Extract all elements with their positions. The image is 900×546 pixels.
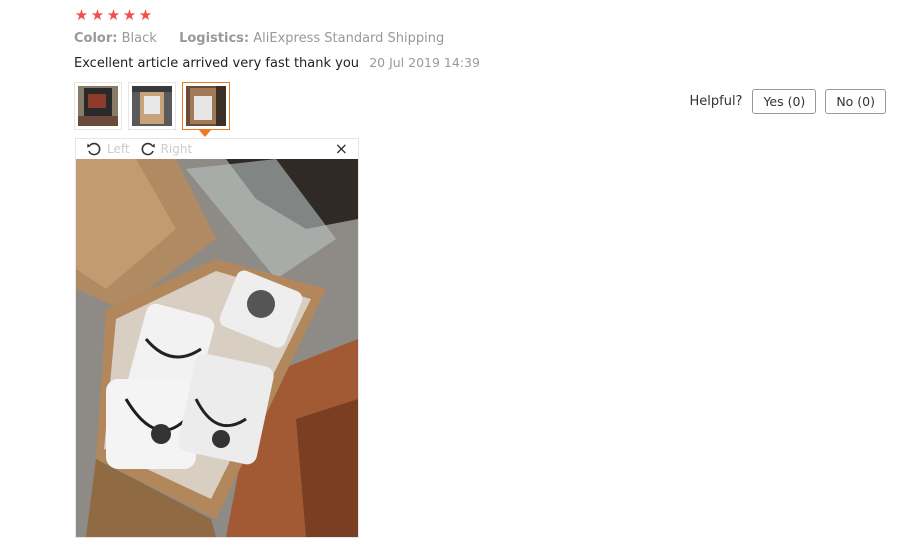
- logistics-value: AliExpress Standard Shipping: [253, 31, 445, 46]
- helpful-vote: Helpful? Yes (0) No (0): [689, 89, 886, 114]
- rotate-right-button[interactable]: Right: [140, 141, 193, 157]
- star-icon: ★: [138, 6, 153, 24]
- thumbnail-image: [186, 86, 226, 126]
- thumbnail-image: [132, 86, 172, 126]
- rating-stars: ★ ★ ★ ★ ★: [74, 6, 153, 24]
- thumbnail-2[interactable]: [128, 82, 176, 130]
- thumbnail-3[interactable]: [182, 82, 230, 130]
- star-icon: ★: [106, 6, 121, 24]
- logistics-label: Logistics:: [179, 31, 250, 46]
- close-icon[interactable]: ×: [335, 139, 348, 159]
- rotate-right-icon: [141, 142, 155, 156]
- color-label: Color:: [74, 31, 118, 46]
- review-meta: Color: Black Logistics: AliExpress Stand…: [74, 31, 444, 46]
- review-date: 20 Jul 2019 14:39: [369, 55, 480, 70]
- review-photo: [76, 159, 358, 537]
- color-value: Black: [121, 31, 157, 46]
- star-icon: ★: [74, 6, 89, 24]
- rotate-left-icon: [87, 142, 101, 156]
- thumbnail-strip: [74, 82, 230, 130]
- review-text: Excellent article arrived very fast than…: [74, 56, 360, 71]
- image-viewer: Left Right ×: [75, 138, 359, 538]
- review-photo-image: [76, 159, 358, 537]
- active-thumbnail-indicator: [199, 130, 211, 137]
- rotate-left-button[interactable]: Left: [86, 141, 130, 157]
- helpful-no-button[interactable]: No (0): [825, 89, 886, 114]
- viewer-toolbar: Left Right ×: [76, 139, 358, 159]
- rotate-right-label: Right: [160, 142, 193, 156]
- thumbnail-image: [78, 86, 118, 126]
- star-icon: ★: [122, 6, 137, 24]
- thumbnail-1[interactable]: [74, 82, 122, 130]
- rotate-left-label: Left: [107, 142, 130, 156]
- helpful-yes-button[interactable]: Yes (0): [752, 89, 817, 114]
- helpful-label: Helpful?: [689, 94, 743, 109]
- star-icon: ★: [90, 6, 105, 24]
- review-body: Excellent article arrived very fast than…: [74, 55, 480, 71]
